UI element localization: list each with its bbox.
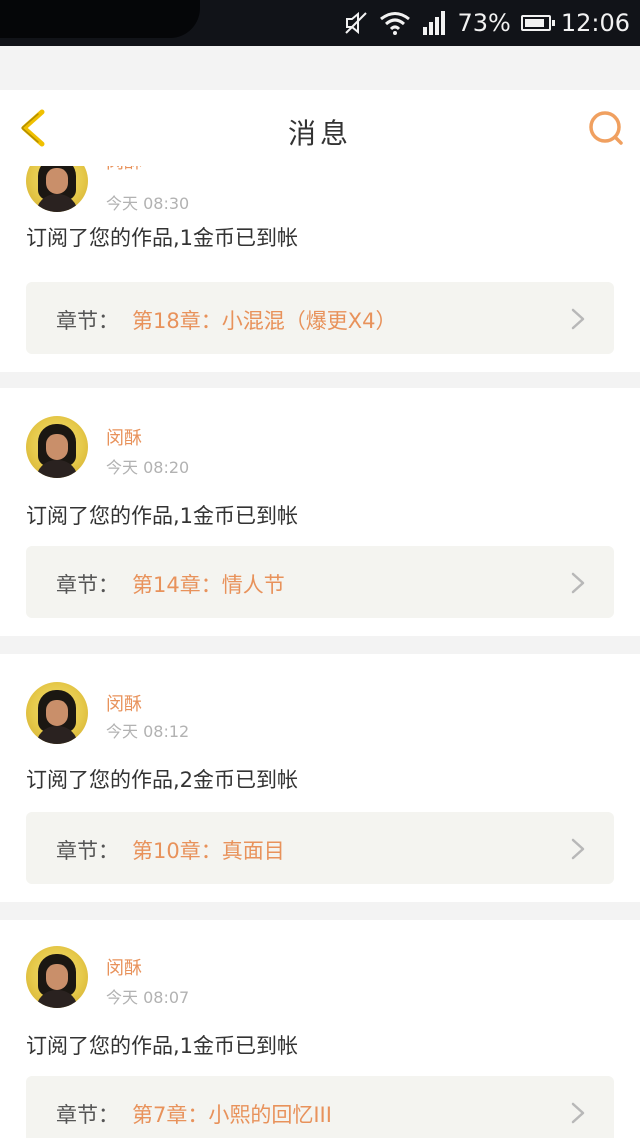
avatar[interactable]: [26, 166, 88, 212]
search-button[interactable]: [586, 108, 626, 148]
username[interactable]: 闵酥: [106, 690, 142, 716]
username[interactable]: 闵酥: [106, 424, 142, 450]
chapter-link[interactable]: 章节： 第18章：小混混（爆更X4）: [26, 282, 614, 354]
chapter-label: 章节：: [56, 1103, 119, 1127]
status-bar: 73% 12:06: [0, 0, 640, 46]
username[interactable]: 闵酥: [106, 166, 142, 174]
status-icons: 73% 12:06: [343, 8, 630, 38]
chapter-link[interactable]: 章节： 第10章：真面目: [26, 812, 614, 884]
timestamp: 今天 08:12: [106, 722, 190, 741]
chapter-name: 第14章：情人节: [132, 573, 285, 597]
mute-icon: [343, 10, 369, 36]
avatar[interactable]: [26, 416, 88, 478]
search-icon: [589, 111, 623, 145]
chapter-name: 第10章：真面目: [132, 839, 285, 863]
top-nav-bar: 消息: [0, 90, 640, 167]
timestamp: 今天 08:20: [106, 458, 190, 477]
timestamp: 今天 08:30: [106, 194, 190, 213]
chevron-right-icon: [571, 572, 585, 594]
signal-icon: [421, 11, 447, 35]
message-text: 订阅了您的作品,2金币已到帐: [26, 768, 299, 792]
avatar[interactable]: [26, 682, 88, 744]
message-card: 闵酥 今天 08:30 订阅了您的作品,1金币已到帐 章节： 第18章：小混混（…: [0, 166, 640, 372]
chapter-label: 章节：: [56, 573, 119, 597]
battery-percent: 73%: [457, 9, 511, 37]
chapter-label: 章节：: [56, 309, 119, 333]
message-text: 订阅了您的作品,1金币已到帐: [26, 1034, 299, 1058]
message-card: 闵酥 今天 08:20 订阅了您的作品,1金币已到帐 章节： 第14章：情人节: [0, 388, 640, 636]
chapter-link[interactable]: 章节： 第7章：小熙的回忆III: [26, 1076, 614, 1138]
chapter-name: 第18章：小混混（爆更X4）: [132, 309, 397, 333]
message-text: 订阅了您的作品,1金币已到帐: [26, 226, 299, 250]
username[interactable]: 闵酥: [106, 954, 142, 980]
chevron-right-icon: [571, 838, 585, 860]
header-spacer: [0, 46, 640, 90]
message-text: 订阅了您的作品,1金币已到帐: [26, 504, 299, 528]
message-card: 闵酥 今天 08:12 订阅了您的作品,2金币已到帐 章节： 第10章：真面目: [0, 654, 640, 902]
chapter-name: 第7章：小熙的回忆III: [132, 1103, 332, 1127]
timestamp: 今天 08:07: [106, 988, 190, 1007]
chevron-right-icon: [571, 308, 585, 330]
message-list[interactable]: 闵酥 今天 08:30 订阅了您的作品,1金币已到帐 章节： 第18章：小混混（…: [0, 166, 640, 1138]
avatar[interactable]: [26, 946, 88, 1008]
chapter-label: 章节：: [56, 839, 119, 863]
battery-icon: [520, 15, 555, 31]
chevron-right-icon: [571, 1102, 585, 1124]
message-card: 闵酥 今天 08:07 订阅了您的作品,1金币已到帐 章节： 第7章：小熙的回忆…: [0, 920, 640, 1138]
chapter-link[interactable]: 章节： 第14章：情人节: [26, 546, 614, 618]
page-title: 消息: [287, 117, 352, 150]
clock: 12:06: [560, 9, 630, 37]
status-bar-obscured-area: [0, 0, 200, 38]
wifi-icon: [379, 10, 411, 36]
